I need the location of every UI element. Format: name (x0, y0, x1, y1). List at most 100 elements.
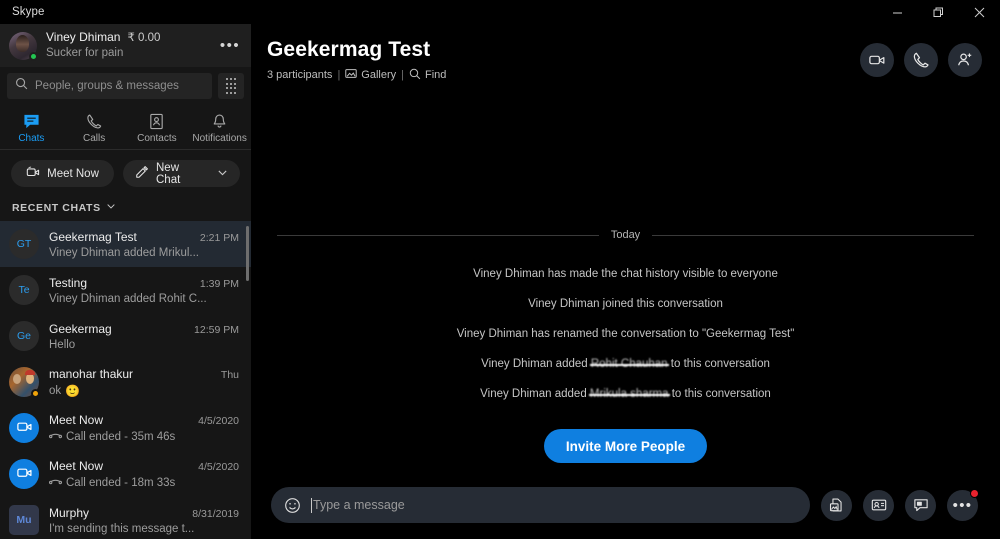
recent-chats-header[interactable]: RECENT CHATS (0, 195, 251, 221)
restore-button[interactable] (918, 0, 959, 24)
gallery-icon (345, 68, 358, 82)
sidebar-item-chats[interactable]: Chats (0, 103, 63, 149)
system-message: Viney Dhiman has made the chat history v… (473, 268, 778, 280)
gallery-label: Gallery (361, 69, 397, 81)
smiley-icon: 🙂 (65, 383, 81, 398)
day-divider: Today (277, 229, 975, 241)
list-item-meta: manohar thakur Thu ok 🙂 (49, 367, 239, 398)
sidebar-scrollbar[interactable] (246, 226, 249, 281)
chat-preview: Call ended - 18m 33s (66, 476, 176, 489)
sidebar-item-calls[interactable]: Calls (63, 103, 126, 149)
search-field-wrap[interactable]: Type a message (311, 497, 804, 513)
divider-line (277, 234, 599, 236)
video-icon (16, 418, 33, 438)
avatar-photo (25, 370, 35, 375)
list-item[interactable]: Te Testing 1:39 PM Viney Dhiman added Ro… (0, 267, 251, 313)
profile-more-button[interactable]: ••• (217, 33, 243, 59)
system-message: Viney Dhiman has renamed the conversatio… (456, 328, 795, 340)
avatar-initials: Te (18, 284, 30, 296)
dialpad-icon[interactable] (218, 73, 244, 99)
chat-preview: I'm sending this message t... (49, 522, 195, 535)
list-item-meta: Testing 1:39 PM Viney Dhiman added Rohit… (49, 276, 239, 305)
new-chat-button[interactable]: New Chat (123, 160, 240, 187)
recent-chats-label: RECENT CHATS (12, 201, 101, 214)
profile-mood: Sucker for pain (46, 47, 124, 59)
list-item-meta: Murphy 8/31/2019 I'm sending this messag… (49, 506, 239, 535)
avatar[interactable] (9, 31, 38, 61)
participants-count[interactable]: 3 participants (267, 69, 332, 81)
separator: | (401, 69, 404, 81)
chat-time: 4/5/2020 (198, 415, 239, 427)
search-icon (409, 68, 421, 83)
avatar-photo (16, 34, 29, 52)
send-sticker-button[interactable] (905, 489, 936, 521)
sidebar-item-contacts[interactable]: Contacts (126, 103, 189, 149)
video-icon (26, 165, 40, 182)
bell-icon (211, 113, 228, 130)
app-title: Skype (12, 6, 45, 18)
chat-list[interactable]: GT Geekermag Test 2:21 PM Viney Dhiman a… (0, 221, 251, 539)
video-icon (16, 464, 33, 484)
chat-time: 8/31/2019 (192, 507, 239, 520)
list-item[interactable]: GT Geekermag Test 2:21 PM Viney Dhiman a… (0, 221, 251, 267)
system-message: Viney Dhiman joined this conversation (528, 298, 723, 310)
list-item[interactable]: manohar thakur Thu ok 🙂 (0, 359, 251, 405)
day-divider-label: Today (610, 229, 641, 241)
avatar-photo (13, 374, 21, 384)
conversation-header-actions (860, 43, 982, 77)
profile-info: Viney Dhiman ₹ 0.00 Sucker for pain (46, 30, 217, 60)
presence-away-indicator (31, 389, 40, 398)
profile-bar[interactable]: Viney Dhiman ₹ 0.00 Sucker for pain ••• (0, 24, 251, 67)
find-link[interactable]: Find (409, 68, 446, 83)
chat-time: 12:59 PM (194, 323, 239, 336)
chat-preview: ok (49, 384, 62, 397)
avatar (9, 367, 40, 398)
avatar-initials: Ge (16, 330, 31, 342)
meet-now-label: Meet Now (47, 167, 99, 180)
close-button[interactable] (959, 0, 1000, 24)
list-item[interactable]: Mu Murphy 8/31/2019 I'm sending this mes… (0, 497, 251, 539)
send-image-button[interactable] (821, 489, 852, 521)
compose-icon (135, 165, 149, 182)
message-thread[interactable]: Today Viney Dhiman has made the chat his… (251, 96, 1000, 471)
video-call-button[interactable] (860, 43, 894, 77)
message-input-placeholder: Type a message (313, 498, 405, 512)
meet-now-button[interactable]: Meet Now (11, 160, 114, 187)
status-badge (970, 488, 979, 498)
system-message-suffix: to this conversation (668, 388, 771, 400)
message-input-wrapper[interactable]: Type a message (271, 487, 810, 523)
avatar: Te (9, 275, 39, 305)
presence-online-indicator (29, 51, 38, 61)
search-input[interactable]: People, groups & messages (7, 73, 212, 99)
chat-time: 4/5/2020 (198, 461, 239, 473)
gallery-link[interactable]: Gallery (345, 68, 396, 82)
system-message-prefix: Viney Dhiman added (481, 358, 591, 370)
text-caret (311, 497, 312, 513)
more-dots-icon: ••• (952, 496, 973, 514)
send-contact-button[interactable] (863, 489, 894, 521)
chevron-down-icon[interactable] (217, 167, 228, 181)
chat-preview: Call ended - 35m 46s (66, 430, 176, 443)
avatar (9, 459, 39, 489)
search-placeholder: People, groups & messages (35, 80, 179, 92)
more-options-button[interactable]: ••• (947, 488, 979, 521)
chat-icon (23, 113, 40, 130)
new-chat-label: New Chat (156, 161, 181, 186)
chevron-down-icon[interactable] (106, 201, 116, 214)
list-item[interactable]: Meet Now 4/5/2020 Call en (0, 451, 251, 497)
emoji-icon[interactable] (279, 492, 305, 518)
list-item-meta: Geekermag Test 2:21 PM Viney Dhiman adde… (49, 230, 239, 259)
audio-call-button[interactable] (904, 43, 938, 77)
invite-more-people-button[interactable]: Invite More People (543, 429, 708, 463)
list-item[interactable]: Meet Now 4/5/2020 Call en (0, 405, 251, 451)
avatar-initials: GT (16, 238, 32, 250)
conversation-panel: Geekermag Test 3 participants | Gallery … (251, 24, 1000, 539)
sidebar: Viney Dhiman ₹ 0.00 Sucker for pain ••• (0, 24, 251, 539)
contacts-icon (148, 113, 165, 130)
minimize-button[interactable] (877, 0, 918, 24)
sidebar-item-notifications[interactable]: Notifications (188, 103, 251, 149)
list-item[interactable]: Ge Geekermag 12:59 PM Hello (0, 313, 251, 359)
add-people-button[interactable] (948, 43, 982, 77)
profile-balance: ₹ 0.00 (127, 31, 161, 44)
page-title: Geekermag Test (267, 37, 431, 61)
